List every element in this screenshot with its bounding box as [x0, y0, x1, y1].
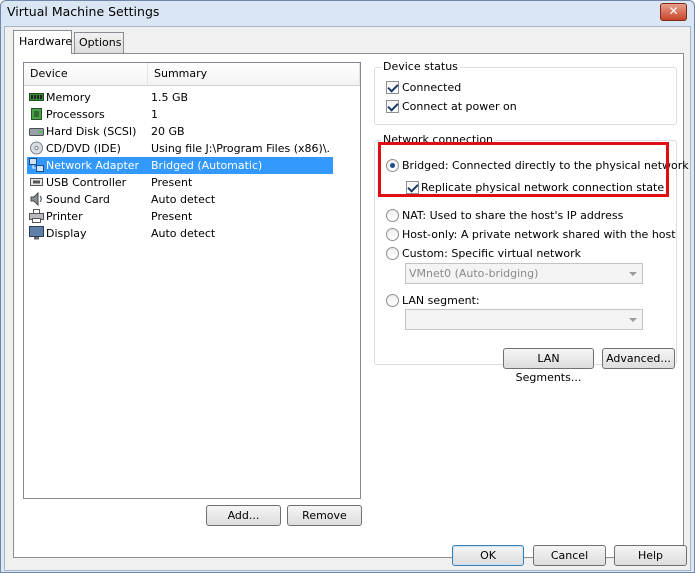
chevron-down-icon	[629, 272, 637, 276]
device-name: Processors	[46, 108, 105, 121]
nat-radio[interactable]	[386, 209, 399, 222]
close-button[interactable]: ✕	[660, 3, 687, 21]
connect-at-power-on-label[interactable]: Connect at power on	[402, 100, 517, 113]
close-icon: ✕	[668, 4, 679, 18]
device-row-network-adapter[interactable]: Network Adapter Bridged (Automatic)	[27, 157, 333, 174]
device-summary: Bridged (Automatic)	[151, 159, 263, 172]
device-summary: 1.5 GB	[151, 91, 189, 104]
device-list-header: Device Summary	[24, 63, 360, 86]
lan-segments-button[interactable]: LAN Segments...	[503, 348, 594, 384]
processor-icon	[31, 108, 42, 120]
title-bar[interactable]: Virtual Machine Settings ✕	[1, 1, 694, 25]
vm-settings-window: Virtual Machine Settings ✕ Hardware Opti…	[0, 0, 695, 573]
device-name: Sound Card	[46, 193, 110, 206]
lan-segment-radio[interactable]	[386, 294, 399, 307]
device-name: Network Adapter	[46, 159, 140, 172]
device-list[interactable]: Device Summary Memory 1.5 GB Processors …	[23, 62, 361, 499]
device-name: Printer	[46, 210, 83, 223]
device-summary: Using file J:\Program Files (x86)\...	[151, 142, 329, 155]
device-summary: Auto detect	[151, 227, 216, 240]
ok-button[interactable]: OK	[452, 545, 524, 566]
device-name: CD/DVD (IDE)	[46, 142, 121, 155]
device-name: Display	[46, 227, 87, 240]
custom-label[interactable]: Custom: Specific virtual network	[402, 247, 581, 260]
column-header-summary[interactable]: Summary	[148, 63, 360, 85]
lan-segment-select[interactable]	[405, 309, 643, 330]
device-status-group: Device status Connected Connect at power…	[374, 60, 677, 125]
device-row-display[interactable]: Display Auto detect	[27, 225, 333, 242]
memory-icon	[29, 93, 44, 101]
device-name: Hard Disk (SCSI)	[46, 125, 137, 138]
device-summary: Present	[151, 210, 193, 223]
dialog-client-area: Hardware Options Device Summary Memory 1…	[4, 26, 691, 571]
device-summary: Present	[151, 176, 193, 189]
advanced-button[interactable]: Advanced...	[602, 348, 675, 369]
add-button[interactable]: Add...	[206, 505, 281, 526]
annotation-highlight-box	[378, 142, 669, 197]
custom-network-select[interactable]: VMnet0 (Auto-bridging)	[405, 263, 643, 284]
help-button[interactable]: Help	[614, 545, 687, 566]
device-row-usb-controller[interactable]: USB Controller Present	[27, 174, 333, 191]
hard-disk-icon	[29, 128, 44, 136]
device-name: USB Controller	[46, 176, 127, 189]
connect-at-power-on-checkbox[interactable]	[386, 100, 399, 113]
cancel-button[interactable]: Cancel	[533, 545, 606, 566]
host-only-label[interactable]: Host-only: A private network shared with…	[402, 228, 676, 241]
device-status-title: Device status	[381, 60, 460, 73]
device-summary: 1	[151, 108, 158, 121]
tab-hardware[interactable]: Hardware	[13, 30, 72, 54]
lan-segment-label[interactable]: LAN segment:	[402, 294, 480, 307]
device-row-processors[interactable]: Processors 1	[27, 106, 333, 123]
device-name: Memory	[46, 91, 91, 104]
device-row-hard-disk[interactable]: Hard Disk (SCSI) 20 GB	[27, 123, 333, 140]
window-title: Virtual Machine Settings	[7, 4, 160, 19]
usb-icon	[30, 178, 43, 186]
device-row-sound-card[interactable]: Sound Card Auto detect	[27, 191, 333, 208]
custom-radio[interactable]	[386, 247, 399, 260]
tab-options[interactable]: Options	[74, 32, 124, 53]
device-row-cd-dvd[interactable]: CD/DVD (IDE) Using file J:\Program Files…	[27, 140, 333, 157]
hardware-tab-page: Device Summary Memory 1.5 GB Processors …	[13, 53, 689, 558]
device-row-printer[interactable]: Printer Present	[27, 208, 333, 225]
device-summary: 20 GB	[151, 125, 185, 138]
connected-label[interactable]: Connected	[402, 81, 461, 94]
display-icon	[29, 226, 44, 240]
remove-button[interactable]: Remove	[287, 505, 362, 526]
network-adapter-icon	[29, 158, 44, 172]
printer-icon	[29, 209, 44, 223]
cd-dvd-icon	[30, 141, 43, 155]
nat-label[interactable]: NAT: Used to share the host's IP address	[402, 209, 623, 222]
device-row-memory[interactable]: Memory 1.5 GB	[27, 89, 333, 106]
custom-network-value: VMnet0 (Auto-bridging)	[409, 267, 539, 280]
sound-card-icon	[30, 192, 42, 206]
device-summary: Auto detect	[151, 193, 216, 206]
host-only-radio[interactable]	[386, 228, 399, 241]
column-header-device[interactable]: Device	[24, 63, 148, 85]
chevron-down-icon	[629, 318, 637, 322]
connected-checkbox[interactable]	[386, 81, 399, 94]
